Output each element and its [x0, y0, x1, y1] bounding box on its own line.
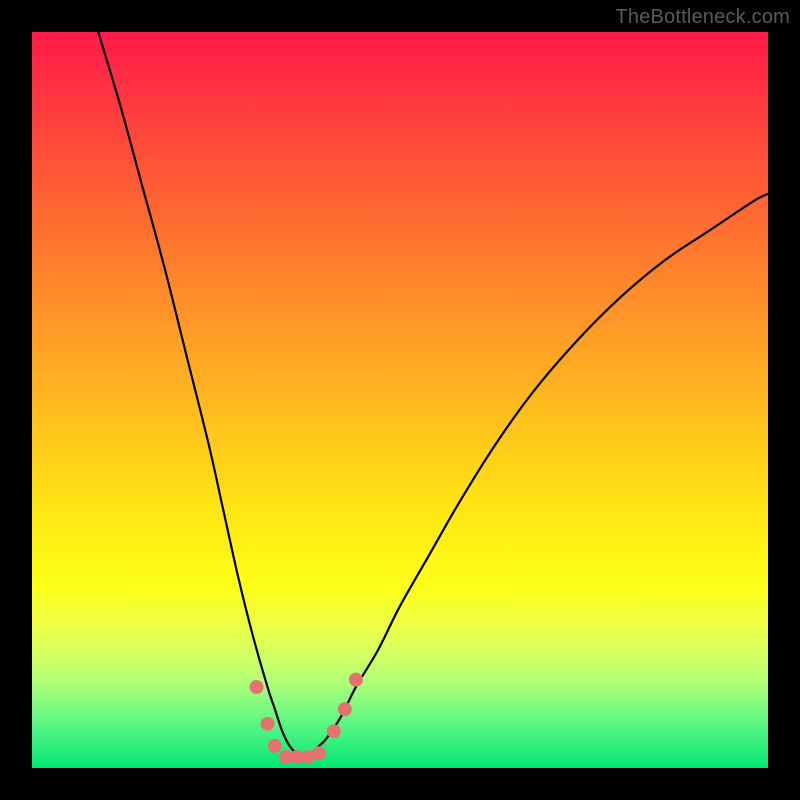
watermark-text: TheBottleneck.com — [615, 6, 790, 29]
dot-bottom-4 — [312, 746, 326, 760]
dot-left-2 — [261, 717, 275, 731]
plot-area — [32, 32, 768, 768]
dot-left-3 — [268, 739, 282, 753]
chart-frame: TheBottleneck.com — [0, 0, 800, 800]
chart-svg — [32, 32, 768, 768]
dot-right-2 — [338, 702, 352, 716]
dot-right-3 — [349, 673, 363, 687]
dot-left-1 — [249, 680, 263, 694]
curve-group — [98, 32, 768, 754]
bottleneck-curve — [98, 32, 768, 754]
dot-right-1 — [327, 724, 341, 738]
